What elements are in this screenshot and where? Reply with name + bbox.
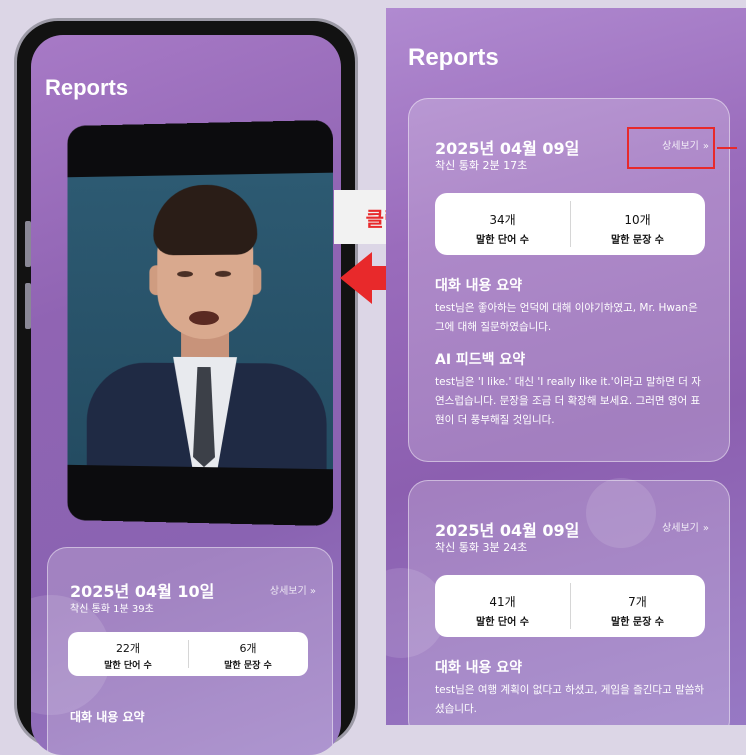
chevron-right-icon: » — [702, 523, 709, 534]
stat-label: 말한 문장 수 — [224, 661, 272, 671]
sentence-count-stat: 6개 말한 문장 수 — [188, 632, 308, 671]
video-portrait — [67, 172, 333, 470]
summary-heading: 대화 내용 요약 — [435, 278, 523, 294]
call-duration: 착신 통화 1분 39초 — [70, 604, 154, 615]
stat-value: 41개 — [489, 595, 516, 609]
stat-label: 말한 단어 수 — [476, 235, 529, 246]
word-count-stat: 22개 말한 단어 수 — [68, 632, 188, 671]
stat-label: 말한 단어 수 — [104, 661, 152, 671]
portrait-eye — [214, 270, 232, 277]
stats-panel: 34개 말한 단어 수 10개 말한 문장 수 — [435, 193, 705, 255]
portrait-mouth — [189, 310, 220, 326]
summary-heading: 대화 내용 요약 — [70, 710, 145, 724]
detail-link[interactable]: 상세보기 » — [270, 582, 316, 597]
portrait-hair — [153, 184, 258, 256]
report-date: 2025년 04월 09일 — [435, 139, 580, 158]
stats-panel: 22개 말한 단어 수 6개 말한 문장 수 — [68, 632, 308, 676]
phone-screen: Reports 2025년 04월 10일 착신 통화 1분 39초 상세보기 … — [31, 35, 341, 755]
stat-label: 말한 단어 수 — [476, 617, 529, 628]
summary-text: test님은 좋아하는 언덕에 대해 이야기하였고, Mr. Hwan은 그에 … — [435, 302, 698, 333]
stat-label: 말한 문장 수 — [611, 235, 664, 246]
stat-value: 34개 — [489, 213, 516, 227]
summary-text: test님은 여행 계획이 없다고 하셨고, 게임을 즐긴다고 말씀하셨습니다. — [435, 684, 705, 715]
call-duration: 착신 통화 3분 24초 — [435, 541, 528, 554]
detail-highlight-box — [627, 127, 715, 169]
stat-value: 7개 — [628, 595, 647, 609]
report-card[interactable]: 2025년 04월 09일 착신 통화 3분 24초 상세보기» 41개 말한 … — [408, 480, 730, 725]
word-count-stat: 41개 말한 단어 수 — [435, 575, 570, 628]
sentence-count-stat: 10개 말한 문장 수 — [570, 193, 705, 246]
report-card[interactable]: 2025년 04월 10일 착신 통화 1분 39초 상세보기 » 22개 말한… — [47, 547, 333, 755]
detail-label: 상세보기 — [662, 523, 699, 534]
page-title: Reports — [408, 44, 499, 71]
phone-frame: Reports 2025년 04월 10일 착신 통화 1분 39초 상세보기 … — [14, 18, 358, 755]
stat-value: 10개 — [624, 213, 651, 227]
report-date: 2025년 04월 10일 — [70, 582, 215, 601]
reports-screen: Reports 2025년 04월 09일 착신 통화 2분 17초 상세보기»… — [386, 8, 746, 725]
feedback-text: test님은 'I like.' 대신 'I really like it.'이… — [435, 376, 701, 426]
page-title: Reports — [45, 75, 129, 100]
report-date: 2025년 04월 09일 — [435, 521, 580, 540]
detail-link[interactable]: 상세보기» — [662, 519, 709, 534]
video-call-card[interactable] — [67, 119, 333, 527]
stats-panel: 41개 말한 단어 수 7개 말한 문장 수 — [435, 575, 705, 637]
stat-value: 22개 — [115, 642, 141, 655]
summary-heading: 대화 내용 요약 — [435, 660, 523, 676]
report-card[interactable]: 2025년 04월 09일 착신 통화 2분 17초 상세보기» 34개 말한 … — [408, 98, 737, 462]
call-duration: 착신 통화 2분 17초 — [435, 159, 528, 172]
stat-label: 말한 문장 수 — [611, 617, 664, 628]
feedback-heading: AI 피드백 요약 — [435, 352, 526, 368]
word-count-stat: 34개 말한 단어 수 — [435, 193, 570, 246]
highlight-connector — [717, 147, 737, 149]
portrait-eye — [177, 271, 194, 278]
sentence-count-stat: 7개 말한 문장 수 — [570, 575, 705, 628]
stat-value: 6개 — [239, 642, 257, 655]
